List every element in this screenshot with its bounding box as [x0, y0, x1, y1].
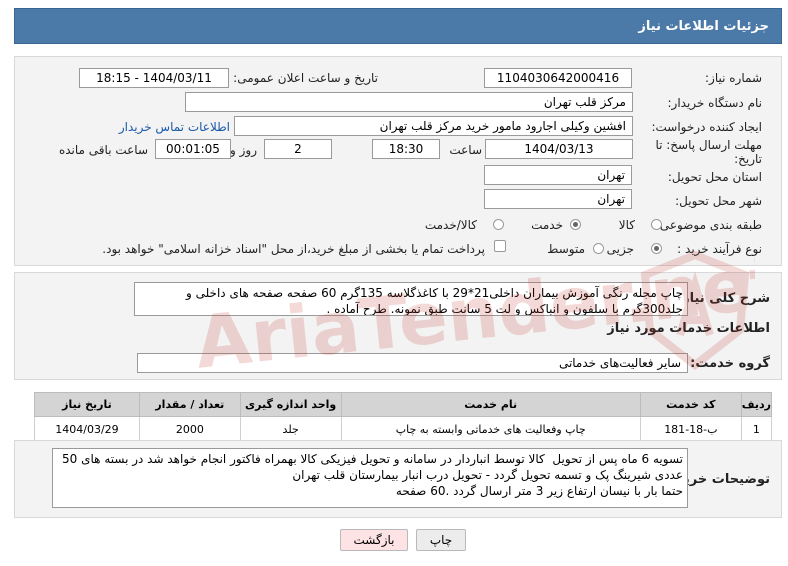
summary-label: شرح کلی نیاز: [676, 291, 770, 306]
deadline-time-field: 18:30 [372, 139, 440, 159]
category-radio-goods[interactable] [651, 219, 662, 230]
category-radio-goods-service[interactable] [493, 219, 504, 230]
category-option-service: خدمت [531, 218, 563, 232]
deadline-label-line2: تاریخ: [734, 152, 762, 166]
unit-cell: جلد [239, 416, 342, 443]
service-group-label: گروه خدمت: [690, 356, 770, 371]
column-header-qty: تعداد / مقدار [138, 392, 241, 417]
table-row: 1 ب-18-181 چاپ وفعالیت های خدماتی وابسته… [34, 416, 773, 443]
process-radio-minor[interactable] [651, 243, 662, 254]
column-header-unit: واحد اندازه گیری [239, 392, 342, 417]
treasury-bonds-checkbox[interactable] [494, 240, 506, 252]
back-button[interactable]: بازگشت [340, 529, 408, 551]
process-option-minor: جزیی [606, 242, 634, 256]
process-radio-medium[interactable] [593, 243, 604, 254]
need-number-field: 1104030642000416 [484, 68, 632, 88]
time-remaining-field: 00:01:05 [155, 139, 231, 159]
buyer-notes-text: تسویه 6 ماه پس از تحویل کالا توسط انبارد… [52, 448, 688, 508]
delivery-city-field: تهران [484, 189, 632, 209]
page-title: جزئیات اطلاعات نیاز [638, 19, 769, 34]
category-option-goods: کالا [618, 218, 635, 232]
category-option-goods-service: کالا/خدمت [424, 218, 477, 232]
services-table-header: ردیف کد خدمت نام خدمت واحد اندازه گیری ت… [34, 392, 773, 417]
page-header: جزئیات اطلاعات نیاز [14, 8, 782, 44]
deadline-label-line1: مهلت ارسال پاسخ: تا [655, 138, 762, 152]
treasury-bonds-note: پرداخت تمام یا بخشی از مبلغ خرید،از محل … [102, 242, 485, 256]
print-button[interactable]: چاپ [416, 529, 466, 551]
announce-date-field: 1404/03/11 - 18:15 [79, 68, 229, 88]
deadline-date-field: 1404/03/13 [485, 139, 633, 159]
deadline-time-label: ساعت [449, 143, 482, 157]
row-number-cell: 1 [740, 416, 773, 443]
quantity-cell: 2000 [138, 416, 241, 443]
category-label: طبقه بندی موضوعی: [655, 218, 762, 232]
service-code-cell: ب-18-181 [639, 416, 742, 443]
time-remaining-label: ساعت باقی مانده [58, 143, 148, 157]
delivery-province-label: استان محل تحویل: [667, 170, 762, 184]
column-header-date: تاریخ نیاز [34, 392, 140, 417]
category-radio-service[interactable] [570, 219, 581, 230]
services-table: ردیف کد خدمت نام خدمت واحد اندازه گیری ت… [34, 392, 773, 443]
announce-date-label: تاریخ و ساعت اعلان عمومی: [233, 71, 378, 85]
service-group-field: سایر فعالیت‌های خدماتی [137, 353, 688, 373]
days-label: روز و [230, 143, 257, 157]
need-date-cell: 1404/03/29 [34, 416, 140, 443]
delivery-city-label: شهر محل تحویل: [675, 194, 762, 208]
summary-text: چاپ مجله رنگی آموزش بیماران داخلی21*29 ب… [134, 282, 688, 316]
column-header-code: کد خدمت [639, 392, 742, 417]
buyer-contact-link[interactable]: اطلاعات تماس خریدار [119, 120, 230, 134]
request-creator-field: افشین وکیلی اجارود مامور خرید مرکز قلب ت… [234, 116, 633, 136]
buyer-org-label: نام دستگاه خریدار: [667, 96, 763, 110]
process-type-label: نوع فرآیند خرید : [677, 242, 762, 256]
request-creator-label: ایجاد کننده درخواست: [651, 120, 762, 134]
process-option-medium: متوسط [547, 242, 585, 256]
need-number-label: شماره نیاز: [705, 71, 762, 85]
column-header-row: ردیف [740, 392, 773, 417]
buyer-org-field: مرکز قلب تهران [185, 92, 633, 112]
service-name-cell: چاپ وفعالیت های خدماتی وابسته به چاپ [340, 416, 641, 443]
delivery-province-field: تهران [484, 165, 632, 185]
column-header-name: نام خدمت [340, 392, 641, 417]
days-remaining-field: 2 [264, 139, 332, 159]
services-section-title: اطلاعات خدمات مورد نیاز [607, 321, 770, 336]
